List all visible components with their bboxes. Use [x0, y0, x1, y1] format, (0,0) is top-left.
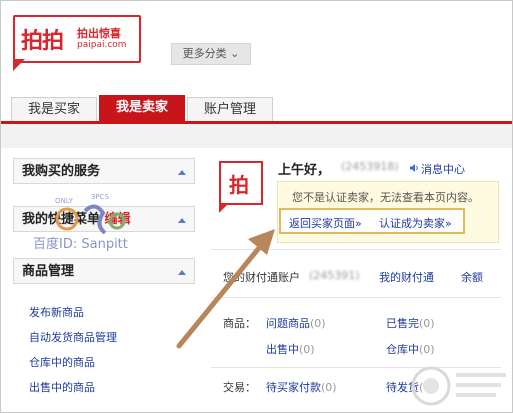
divider	[211, 249, 501, 250]
goods-on-sale-link[interactable]: 出售中(0)	[266, 341, 315, 357]
collapse-icon[interactable]	[178, 270, 186, 275]
trade-item-label: 待买家付款	[266, 381, 321, 394]
subnav-band	[1, 124, 512, 148]
tab-account[interactable]: 账户管理	[187, 97, 273, 122]
avatar-char: 拍	[229, 173, 249, 197]
logo-slogan: 拍出惊喜	[77, 27, 121, 40]
trade-item-count: (0)	[321, 381, 337, 394]
svg-text:ONLY: ONLY	[55, 197, 74, 205]
user-id: (2453918)	[341, 160, 399, 173]
trade-label: 交易：	[223, 381, 256, 394]
trade-await-payment-link[interactable]: 待买家付款(0)	[266, 379, 337, 395]
corner-watermark-icon	[411, 366, 506, 406]
goods-item-label: 仓库中	[386, 343, 419, 356]
goods-item-label: 已售完	[386, 317, 419, 330]
goods-sold-out-link[interactable]: 已售完(0)	[386, 315, 435, 331]
goods-problem-link[interactable]: 问题商品(0)	[266, 315, 326, 331]
sidebar-item-publish[interactable]: 发布新商品	[29, 304, 84, 320]
goods-warehouse-link[interactable]: 仓库中(0)	[386, 341, 435, 357]
goods-item-count: (0)	[299, 343, 315, 356]
paipai-avatar-icon: 拍	[219, 161, 263, 205]
logo-main-text: 拍拍	[21, 29, 64, 54]
goods-item-count: (0)	[419, 343, 435, 356]
speaker-icon	[410, 164, 418, 172]
goods-label: 商品：	[223, 317, 256, 330]
goods-item-label: 问题商品	[266, 317, 310, 330]
balance-link[interactable]: 余额	[461, 269, 483, 285]
more-categories-button[interactable]: 更多分类 ⌄	[171, 43, 251, 65]
page-frame: 拍拍 拍出惊喜 paipai.com 更多分类 ⌄ 我是买家 我是卖家 账户管理…	[0, 0, 513, 413]
sidebar-section-goods[interactable]: 商品管理	[13, 258, 195, 284]
sidebar-section-services[interactable]: 我购买的服务	[13, 158, 195, 184]
tenpay-link[interactable]: 我的财付通	[379, 269, 434, 285]
account-label: 您的财付通账户	[223, 271, 300, 284]
become-seller-link[interactable]: 认证成为卖家»	[379, 215, 452, 231]
logo-box: 拍拍 拍出惊喜 paipai.com	[13, 15, 141, 63]
sidebar-item-warehouse[interactable]: 仓库中的商品	[29, 354, 95, 370]
message-center-link[interactable]: 消息中心	[421, 161, 465, 177]
warning-text: 您不是认证卖家，无法查看本页内容。	[292, 191, 479, 204]
tab-buyer[interactable]: 我是买家	[11, 97, 97, 122]
goods-item-count: (0)	[419, 317, 435, 330]
sidebar-item-on-sale[interactable]: 出售中的商品	[29, 379, 95, 395]
watermark-text: 百度ID: Sanpitt	[33, 237, 128, 252]
account-number: (245391)	[309, 269, 360, 282]
back-to-buyer-link[interactable]: 返回买家页面»	[289, 215, 362, 231]
logo-domain: paipai.com	[77, 40, 127, 50]
main-tabs: 我是买家 我是卖家 账户管理	[1, 95, 512, 123]
collapse-icon[interactable]	[178, 170, 186, 175]
divider	[211, 297, 501, 298]
sidebar-section-title: 我购买的服务	[22, 164, 101, 179]
collapse-icon[interactable]	[178, 218, 186, 223]
paipai-logo[interactable]: 拍拍 拍出惊喜 paipai.com	[13, 15, 141, 81]
logo-tail	[13, 59, 25, 71]
goods-item-count: (0)	[310, 317, 326, 330]
sidebar-item-auto-ship[interactable]: 自动发货商品管理	[29, 329, 117, 345]
svg-text:3PCS: 3PCS	[91, 193, 110, 201]
goods-item-label: 出售中	[266, 343, 299, 356]
sidebar-section-title: 商品管理	[22, 264, 75, 279]
avatar-tail	[219, 205, 227, 213]
greeting-text: 上午好，	[278, 163, 331, 178]
action-links-box: 返回买家页面» 认证成为卖家»	[279, 208, 465, 234]
tab-seller[interactable]: 我是卖家	[99, 95, 185, 122]
